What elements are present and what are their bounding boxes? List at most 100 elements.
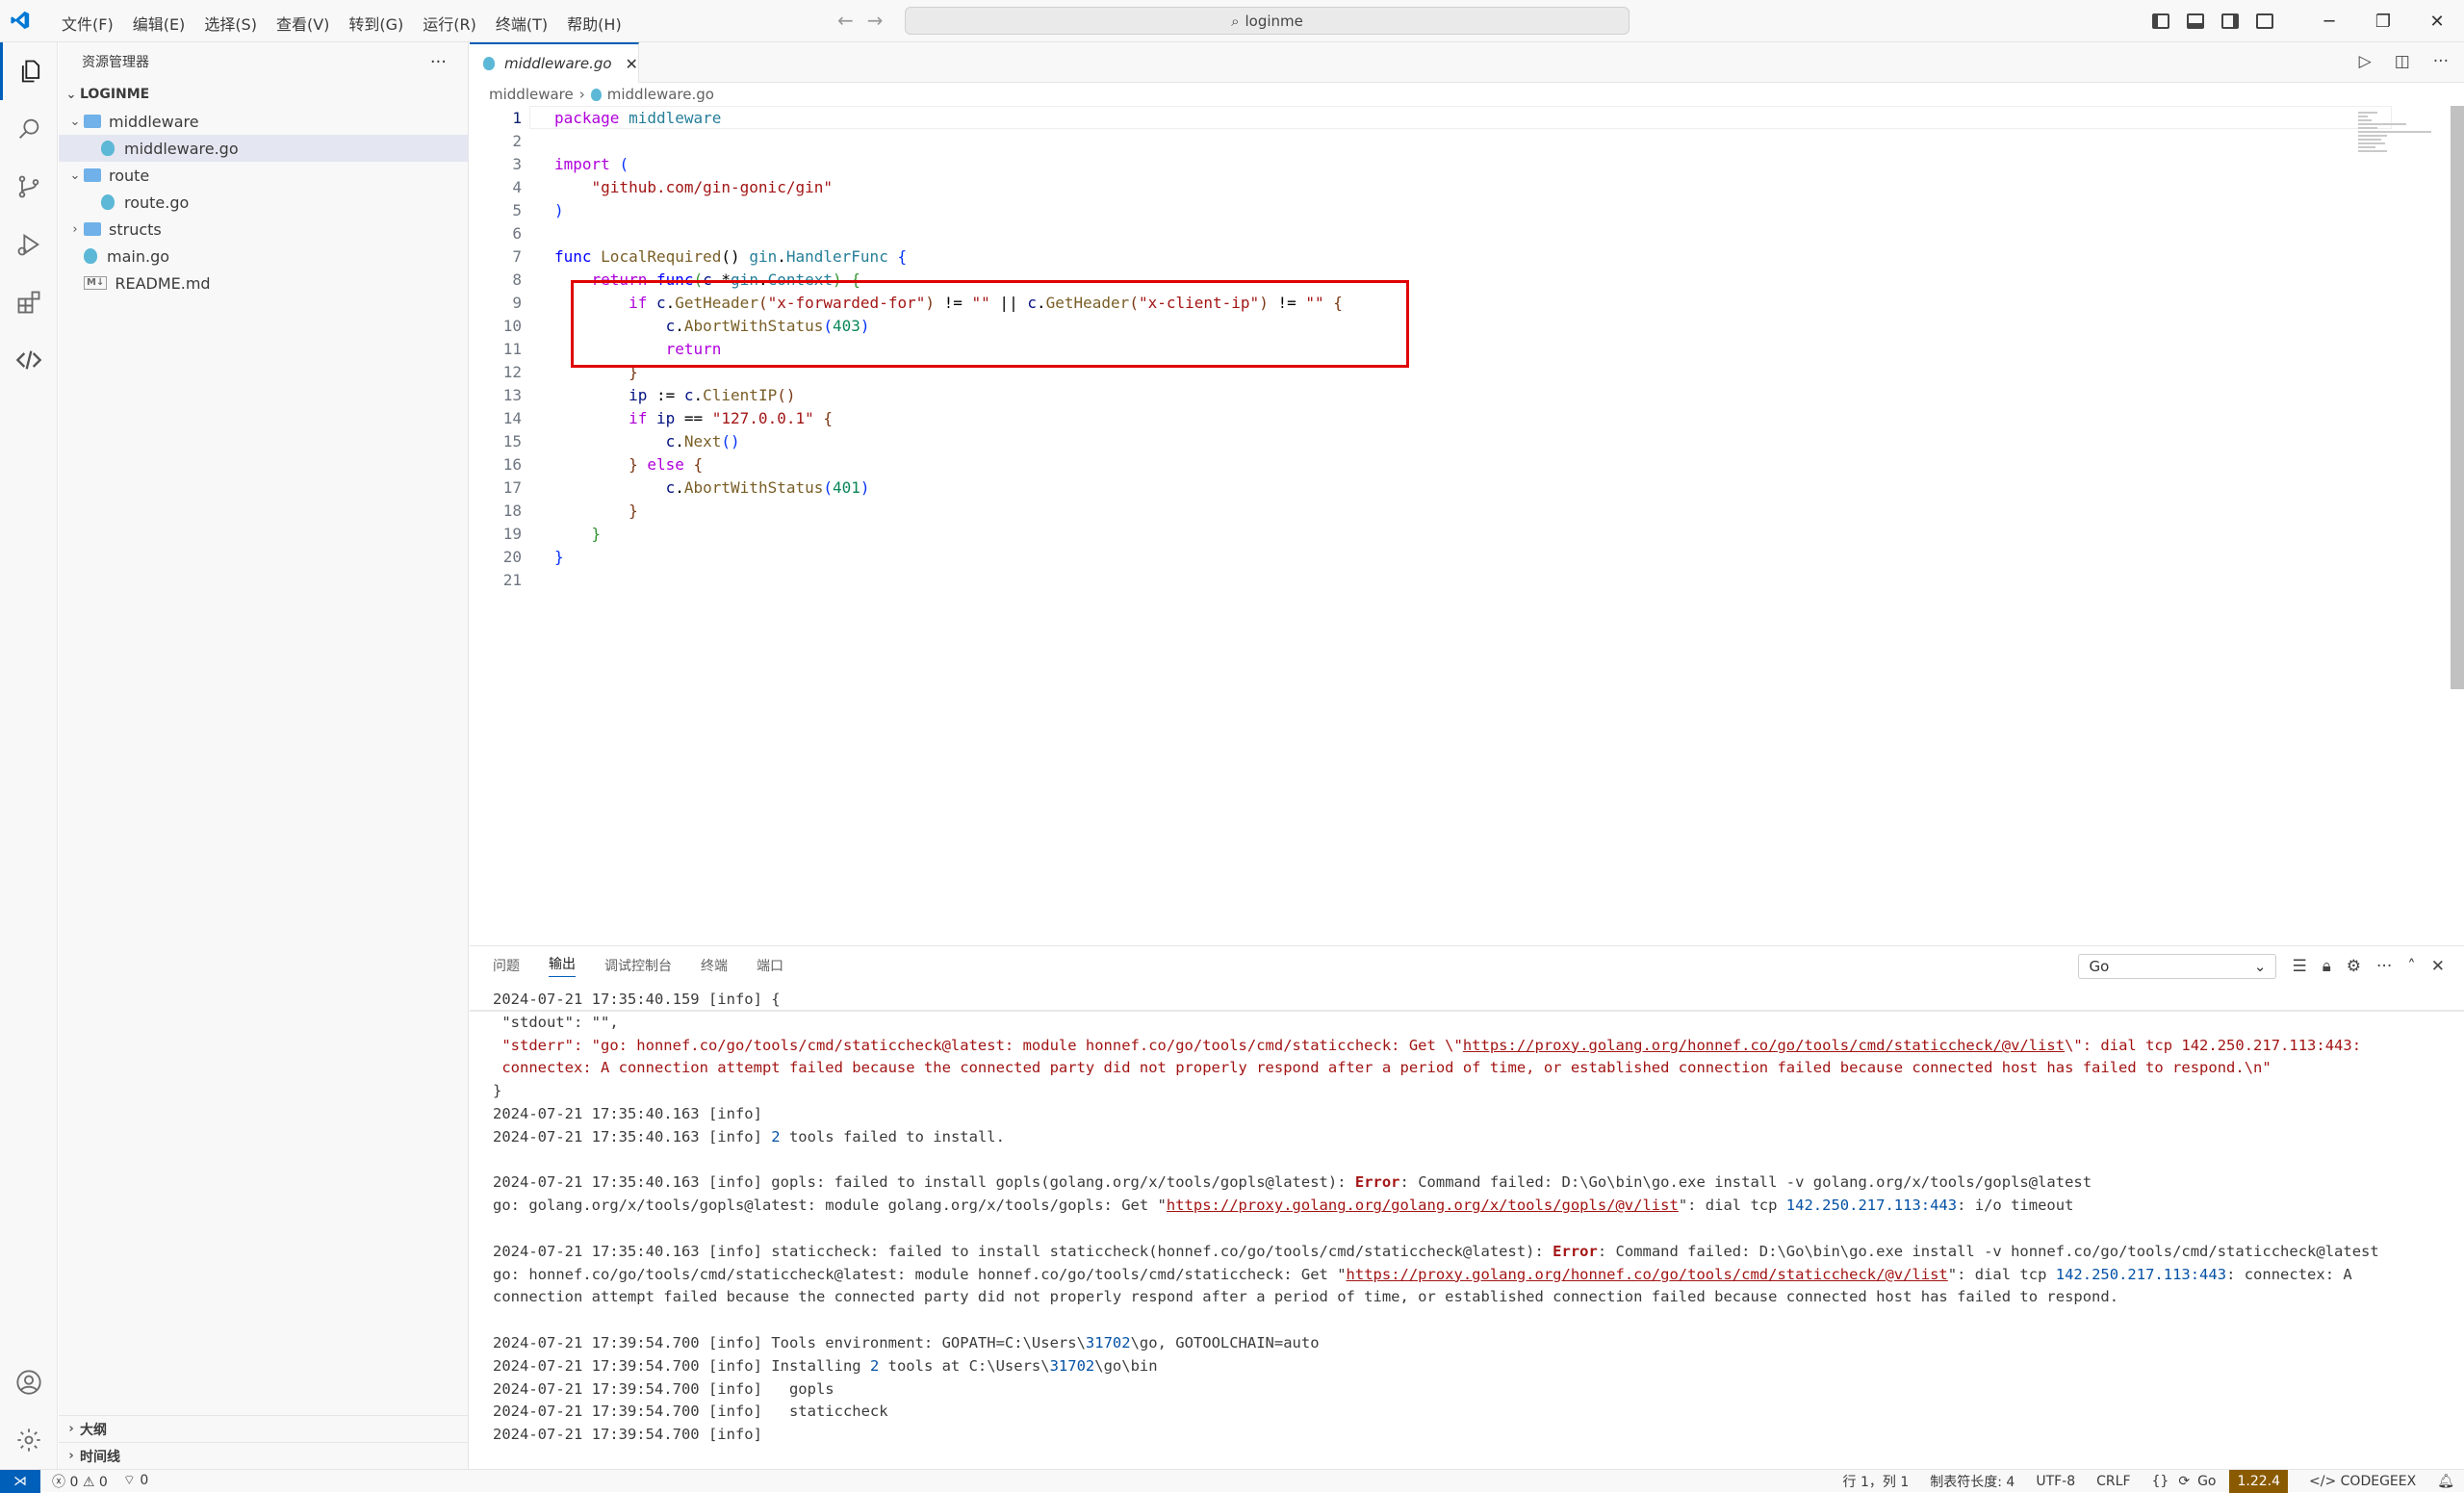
- codegeex-status[interactable]: </> CODEGEEX: [2309, 1474, 2416, 1489]
- folder-icon: [84, 168, 101, 182]
- output-token[interactable]: https://proxy.golang.org/honnef.co/go/to…: [1463, 1037, 2065, 1054]
- codegeex-icon: </>: [2309, 1474, 2337, 1489]
- command-center-search[interactable]: ⌕ loginme: [905, 7, 1630, 35]
- search-text: loginme: [1245, 12, 1303, 30]
- timeline-section[interactable]: › 时间线: [59, 1442, 469, 1469]
- code-text: } else {: [522, 455, 703, 474]
- indentation[interactable]: 制表符长度: 4: [1930, 1472, 2015, 1491]
- codegeex-icon[interactable]: [0, 331, 58, 389]
- search-view-icon[interactable]: [0, 100, 58, 158]
- encoding[interactable]: UTF-8: [2036, 1474, 2075, 1489]
- go-file-icon: [101, 194, 115, 210]
- split-editor-icon[interactable]: ◫: [2395, 52, 2410, 71]
- run-debug-icon[interactable]: [0, 216, 58, 273]
- breadcrumb-file[interactable]: middleware.go: [607, 86, 714, 103]
- tree-item-main-go[interactable]: main.go: [59, 243, 468, 270]
- tree-item-README-md[interactable]: M↓ README.md: [59, 270, 468, 296]
- toggle-sidebar-icon[interactable]: [2152, 13, 2169, 29]
- output-channel-select[interactable]: Go ⌄: [2078, 954, 2277, 979]
- language-mode[interactable]: Go: [2197, 1474, 2216, 1489]
- line-ending[interactable]: CRLF: [2096, 1474, 2130, 1489]
- output-token[interactable]: https://proxy.golang.org/honnef.co/go/to…: [1347, 1266, 1948, 1283]
- toggle-panel-icon[interactable]: [2187, 13, 2204, 29]
- minimap[interactable]: [2358, 110, 2443, 196]
- output-log[interactable]: 2024-07-21 17:35:40.159 [info] { "stdout…: [493, 989, 2447, 1447]
- menu-item[interactable]: 帮助(H): [557, 10, 631, 37]
- minimize-button[interactable]: ─: [2302, 12, 2356, 32]
- editor-more-icon[interactable]: ···: [2433, 52, 2449, 71]
- restore-button[interactable]: ❐: [2356, 12, 2410, 32]
- code-token: func: [554, 246, 602, 266]
- forward-arrow-icon[interactable]: →: [867, 9, 884, 32]
- line-number: 2: [512, 131, 522, 150]
- source-control-icon[interactable]: [0, 158, 58, 216]
- maximize-panel-icon[interactable]: ˄: [2407, 957, 2416, 976]
- lock-scroll-icon[interactable]: 🔒︎: [2323, 957, 2331, 976]
- tree-item-middleware[interactable]: ⌄ middleware: [59, 108, 468, 135]
- explorer-icon[interactable]: [0, 42, 58, 100]
- project-root[interactable]: ⌄ LOGINME: [59, 81, 468, 108]
- outline-section[interactable]: › 大纲: [59, 1415, 469, 1442]
- go-version[interactable]: 1.22.4: [2229, 1470, 2289, 1493]
- panel-tab[interactable]: 调试控制台: [604, 956, 672, 975]
- close-window-button[interactable]: ✕: [2410, 12, 2464, 32]
- back-arrow-icon[interactable]: ←: [837, 9, 854, 32]
- menu-item[interactable]: 查看(V): [267, 10, 339, 37]
- panel-tab[interactable]: 终端: [701, 956, 728, 975]
- line-number: 15: [502, 431, 522, 450]
- bottom-panel: 问题 输出 调试控制台 终端 端口 Go ⌄ ☰ 🔒︎ ⚙ ··· ˄ ✕ 2024-0…: [470, 945, 2464, 1469]
- menu-item[interactable]: 编辑(E): [123, 10, 195, 37]
- account-icon[interactable]: [0, 1353, 58, 1411]
- panel-more-icon[interactable]: ···: [2376, 957, 2392, 976]
- menu-item[interactable]: 转到(G): [339, 10, 413, 37]
- output-line: 2024-07-21 17:35:40.163 [info] gopls: fa…: [493, 1171, 2447, 1195]
- window-controls: ─ ❐ ✕: [2152, 0, 2464, 42]
- close-tab-icon[interactable]: ✕: [626, 55, 638, 73]
- code-token: {: [813, 408, 833, 427]
- tree-item-structs[interactable]: › structs: [59, 216, 468, 243]
- output-line: "stdout": "",: [493, 1012, 2447, 1035]
- output-token[interactable]: https://proxy.golang.org/golang.org/x/to…: [1167, 1197, 1679, 1214]
- remote-indicator-icon[interactable]: ⋊: [0, 1469, 40, 1493]
- code-token: gin: [749, 246, 778, 266]
- customize-layout-icon[interactable]: [2256, 13, 2273, 29]
- tab-middleware-go[interactable]: middleware.go ✕: [470, 42, 639, 83]
- code-token: ip: [655, 408, 676, 427]
- tree-item-route[interactable]: ⌄ route: [59, 162, 468, 189]
- manage-gear-icon[interactable]: [0, 1411, 58, 1469]
- activity-bar: [0, 42, 58, 1469]
- panel-tab[interactable]: 输出: [549, 954, 576, 977]
- output-token: "stdout": "",: [493, 1013, 619, 1031]
- breadcrumb-folder[interactable]: middleware: [489, 86, 574, 103]
- extensions-icon[interactable]: [0, 273, 58, 331]
- output-token: \": dial tcp 142.250.217.113:443:: [2065, 1036, 2362, 1054]
- toggle-secondary-sidebar-icon[interactable]: [2221, 13, 2239, 29]
- output-token: ": dial tcp: [1678, 1197, 1786, 1215]
- editor-scrollbar[interactable]: [2451, 106, 2464, 689]
- settings-gear-icon[interactable]: ⚙: [2347, 957, 2361, 976]
- panel-tab[interactable]: 问题: [493, 956, 520, 975]
- output-line: }: [493, 1080, 2447, 1103]
- output-token: \go, GOTOOLCHAIN=auto: [1130, 1333, 1320, 1351]
- menu-item[interactable]: 文件(F): [52, 10, 123, 37]
- menu-item[interactable]: 运行(R): [413, 10, 486, 37]
- ports-indicator[interactable]: ⌔ 0: [123, 1472, 149, 1491]
- line-number: 17: [502, 477, 522, 497]
- run-icon[interactable]: ▷: [2359, 52, 2372, 71]
- tree-item-route-go[interactable]: route.go: [59, 189, 468, 216]
- code-line: 3 import (: [470, 152, 2395, 175]
- tree-item-label: route: [109, 166, 150, 185]
- problems-indicator[interactable]: ⓧ 0 ⚠ 0: [52, 1472, 108, 1491]
- sync-icon[interactable]: ⟳: [2178, 1474, 2190, 1489]
- menu-item[interactable]: 选择(S): [194, 10, 267, 37]
- more-actions-icon[interactable]: ···: [430, 52, 447, 72]
- notifications-bell-icon[interactable]: 🔔︎: [2437, 1474, 2454, 1489]
- cursor-position[interactable]: 行 1，列 1: [1843, 1472, 1910, 1491]
- menu-item[interactable]: 终端(T): [486, 10, 557, 37]
- close-panel-icon[interactable]: ✕: [2431, 957, 2445, 976]
- clear-output-icon[interactable]: ☰: [2292, 957, 2306, 976]
- output-token: connectex: A connection attempt failed b…: [493, 1059, 2272, 1077]
- tree-item-middleware-go[interactable]: middleware.go: [59, 135, 468, 162]
- panel-tab[interactable]: 端口: [757, 956, 783, 975]
